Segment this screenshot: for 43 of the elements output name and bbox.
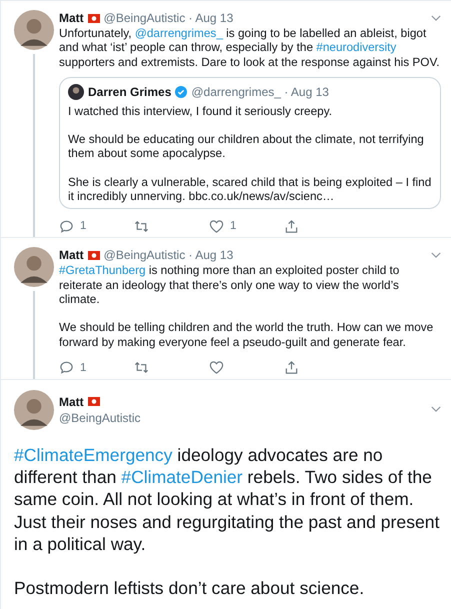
hashtag-link[interactable]: @darrengrimes_ <box>134 26 223 40</box>
heart-icon[interactable] <box>209 360 224 376</box>
flag-icon <box>88 250 100 260</box>
user-handle-date: @darrengrimes_ · Aug 13 <box>191 84 329 99</box>
user-name: Darren Grimes <box>88 84 172 99</box>
user-name[interactable]: Matt <box>59 11 84 25</box>
like-count: 1 <box>230 220 236 232</box>
quoted-text: We should be educating our children about the climate, not terrifying them about some apocalypse. <box>68 132 425 161</box>
heart-icon[interactable] <box>209 218 224 234</box>
user-handle-date[interactable]: @BeingAutistic · Aug 13 <box>104 248 234 262</box>
hashtag-link[interactable]: #ClimateDenier <box>121 467 243 488</box>
quoted-text: I watched this interview, I found it seriously creepy. <box>68 104 334 118</box>
tweet-text: Postmodern leftists don’t care about science. <box>14 577 366 600</box>
tweet-text: #GretaThunberg is nothing more than an exploited poster child to reiterate an ideology that there’s only one way to view the world’s climate. <box>59 263 400 306</box>
share-icon[interactable] <box>284 360 299 376</box>
user-handle-date[interactable]: @BeingAutistic · Aug 13 <box>104 11 234 25</box>
quoted-text: She is clearly a vulnerable, scared child that is being exploited – I find it incredibly unnerving. bbc.co.uk/news/av/scienc… <box>68 174 432 204</box>
hashtag-link[interactable]: #ClimateEmergency <box>14 444 172 465</box>
share-icon[interactable] <box>284 218 299 234</box>
user-name[interactable]: Matt <box>59 394 84 409</box>
chevron-down-icon[interactable] <box>431 14 441 22</box>
avatar[interactable] <box>14 247 54 288</box>
user-name[interactable]: Matt <box>59 248 84 262</box>
reply-icon[interactable] <box>59 218 74 234</box>
reply-count: 1 <box>80 220 86 232</box>
reply-count: 1 <box>80 362 86 374</box>
flag-icon <box>88 397 100 406</box>
retweet-icon[interactable] <box>134 218 149 234</box>
chevron-down-icon[interactable] <box>431 406 441 414</box>
hashtag-link[interactable]: #neurodiversity <box>316 40 396 54</box>
tweet-text: #ClimateEmergency ideology advocates are no different than #ClimateDenier rebels. Two sides of the same coin. All not looking at what’s in front of them. Just their noses and regurgitating the past and present in a political way. <box>14 444 440 556</box>
quoted-tweet[interactable] <box>59 76 441 210</box>
avatar[interactable] <box>14 390 54 430</box>
retweet-icon[interactable] <box>134 360 149 376</box>
chevron-down-icon[interactable] <box>431 252 441 259</box>
tweet-text: Unfortunately, @darrengrimes_ is going to be labelled an ableist, bigot and what ‘ist’ people can throw, especially by the #neurodiversity supporters and extremists. Dare to look at the response against his POV. <box>59 26 441 69</box>
reply-icon[interactable] <box>59 360 74 376</box>
tweet-text: We should be telling children and the world the truth. How can we move forward by making everyone feel a pseudo-guilt and generate fear. <box>59 320 434 349</box>
avatar[interactable] <box>14 10 54 50</box>
hashtag-link[interactable]: #GretaThunberg <box>59 263 146 278</box>
user-handle[interactable]: @BeingAutistic <box>59 410 141 425</box>
avatar <box>68 84 84 100</box>
flag-icon <box>88 14 100 22</box>
